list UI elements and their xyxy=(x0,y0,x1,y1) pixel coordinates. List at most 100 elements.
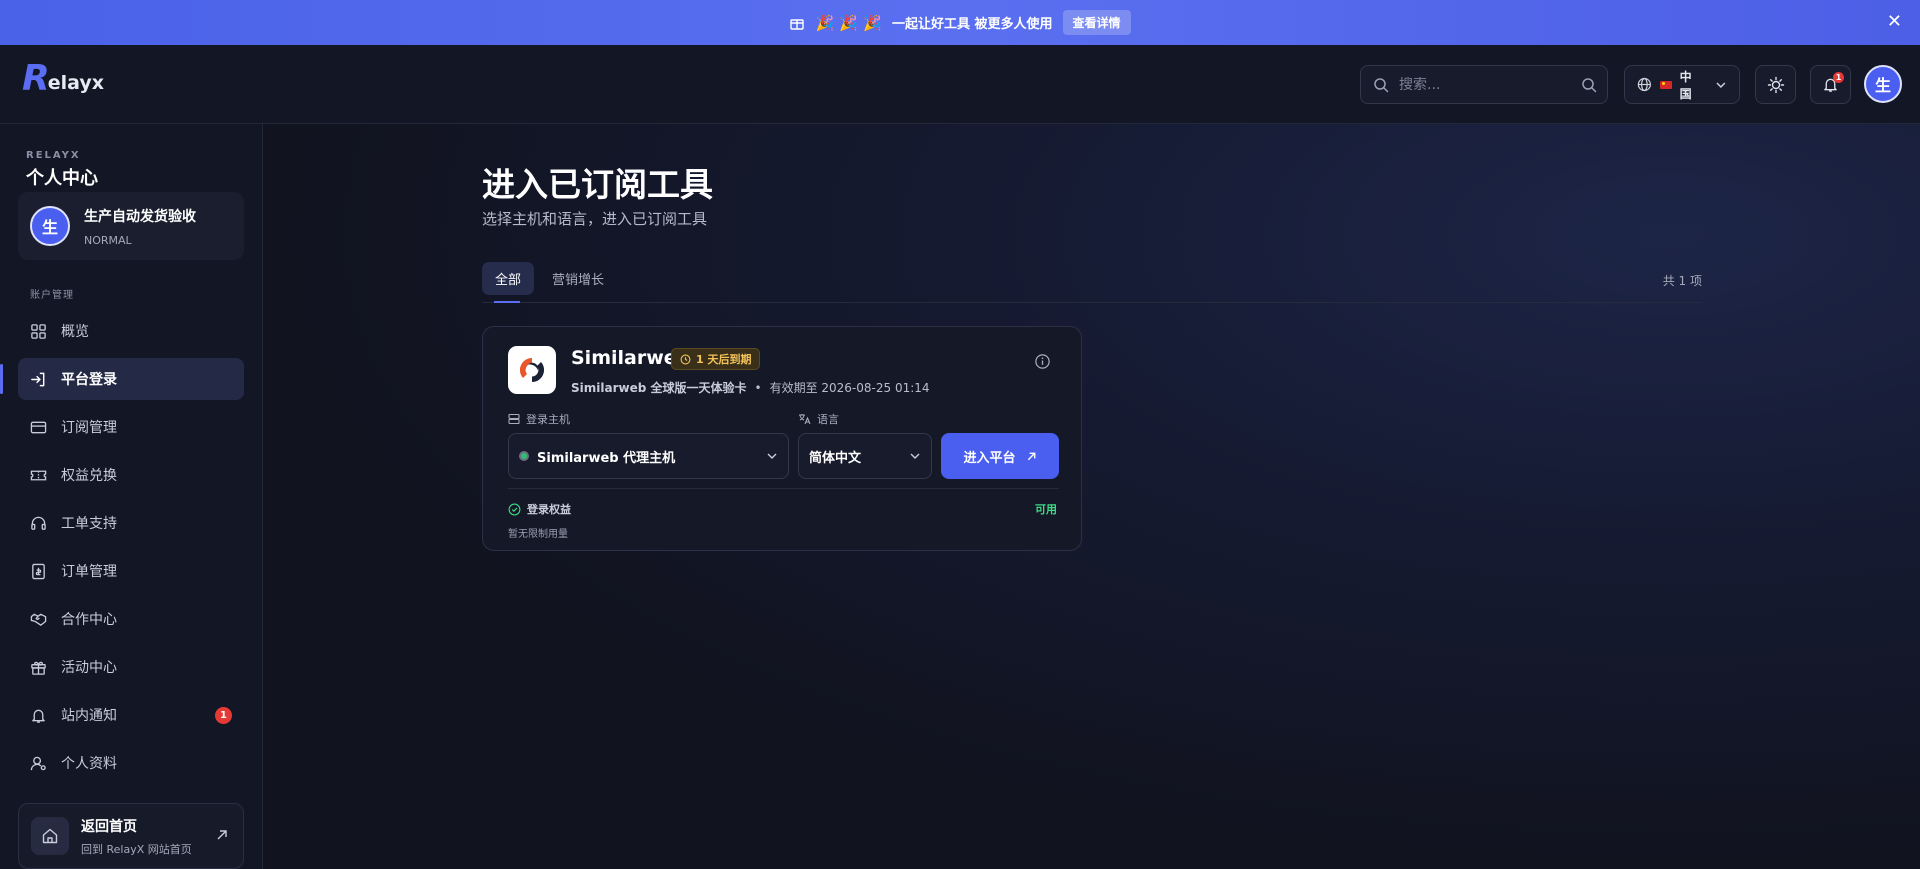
sidebar-nav: 概览 平台登录 订阅管理 权益兑换 工单支持 订单管理 合作中心 活动中心 站内… xyxy=(0,310,244,790)
chevron-down-icon xyxy=(910,453,920,459)
validity-date: 有效期至 2026-08-25 01:14 xyxy=(769,381,930,395)
sidebar-item-label: 站内通知 xyxy=(61,708,117,724)
clock-icon xyxy=(680,354,691,364)
view-details-button[interactable]: 查看详情 xyxy=(1062,10,1131,35)
close-icon[interactable]: ✕ xyxy=(1887,11,1902,32)
user-level: NORMAL xyxy=(84,233,132,247)
user-card[interactable]: 生 生产自动发货验收 NORMAL xyxy=(18,192,244,260)
plan-name: Similarweb 全球版一天体验卡 xyxy=(571,381,747,395)
sidebar-item-label: 订单管理 xyxy=(61,564,117,580)
globe-icon xyxy=(1637,77,1651,92)
user-avatar[interactable]: 生 xyxy=(1864,65,1902,103)
relayx-logo[interactable]: R elayx xyxy=(22,61,104,97)
category-tabs: 全部 营销增长 共 1 项 xyxy=(482,262,1702,303)
host-select[interactable]: Similarweb 代理主机 xyxy=(508,433,789,479)
sidebar-item-label: 工单支持 xyxy=(61,516,117,532)
sidebar-title: 个人中心 xyxy=(26,168,98,189)
usage-limit-text: 暂无限制用量 xyxy=(508,529,568,540)
sidebar-item-subscriptions[interactable]: 订阅管理 xyxy=(18,406,244,448)
similarweb-logo-icon xyxy=(508,346,556,394)
ticket-icon xyxy=(30,470,47,480)
language-label-text: 语言 xyxy=(817,413,839,426)
sidebar-item-profile[interactable]: 个人资料 xyxy=(18,742,244,784)
status-dot-icon xyxy=(519,451,529,461)
sidebar-item-label: 概览 xyxy=(61,324,89,340)
language-selector[interactable]: 中国 xyxy=(1624,65,1740,104)
top-header: R elayx 中国 1 生 xyxy=(0,45,1920,124)
host-value: Similarweb 代理主机 xyxy=(537,450,676,466)
language-select[interactable]: 简体中文 xyxy=(798,433,932,479)
arrow-up-right-icon xyxy=(217,830,227,840)
back-home-card[interactable]: 返回首页 回到 RelayX 网站首页 xyxy=(18,803,244,869)
receipt-icon xyxy=(32,563,45,579)
notifications-button[interactable]: 1 xyxy=(1810,65,1851,104)
login-benefit: 登录权益 xyxy=(508,501,571,517)
language-label: 中国 xyxy=(1679,69,1692,101)
user-icon xyxy=(30,756,46,770)
bell-icon xyxy=(32,709,45,723)
logo-initial: R xyxy=(22,58,50,99)
benefit-label: 登录权益 xyxy=(527,503,571,516)
party-emoji: 🎉 🎉 🎉 xyxy=(815,13,882,32)
sidebar-item-label: 活动中心 xyxy=(61,660,117,676)
tool-description: Similarweb 全球版一天体验卡 • 有效期至 2026-08-25 01… xyxy=(571,379,930,396)
search-box[interactable] xyxy=(1360,65,1608,104)
theme-toggle-button[interactable] xyxy=(1755,65,1796,104)
notification-badge: 1 xyxy=(1833,72,1844,83)
sidebar-item-label: 订阅管理 xyxy=(61,420,117,436)
sidebar-item-partners[interactable]: 合作中心 xyxy=(18,598,244,640)
search-submit-icon[interactable] xyxy=(1581,77,1597,93)
server-icon xyxy=(508,413,520,425)
back-home-subtitle: 回到 RelayX 网站首页 xyxy=(81,842,192,856)
card-icon xyxy=(30,421,47,433)
expiry-badge: 1 天后到期 xyxy=(671,348,761,370)
sidebar-item-platform-login[interactable]: 平台登录 xyxy=(0,358,244,400)
section-label: 账户管理 xyxy=(30,290,74,301)
translate-icon xyxy=(799,414,811,425)
sidebar-item-overview[interactable]: 概览 xyxy=(18,310,244,352)
sidebar-item-support[interactable]: 工单支持 xyxy=(18,502,244,544)
sidebar-item-redeem[interactable]: 权益兑换 xyxy=(18,454,244,496)
chevron-down-icon xyxy=(1716,82,1726,88)
main-content: 进入已订阅工具 选择主机和语言，进入已订阅工具 全部 营销增长 共 1 项 Si… xyxy=(264,124,1920,869)
headset-icon xyxy=(31,516,46,530)
sidebar-item-label: 个人资料 xyxy=(61,756,117,772)
page-title: 进入已订阅工具 xyxy=(482,165,713,204)
host-label-text: 登录主机 xyxy=(526,413,570,426)
chevron-down-icon xyxy=(767,453,777,459)
separator-dot: • xyxy=(754,380,762,395)
divider xyxy=(508,488,1059,489)
back-home-title: 返回首页 xyxy=(81,818,137,835)
sidebar-item-orders[interactable]: 订单管理 xyxy=(18,550,244,592)
gift-icon xyxy=(31,661,46,675)
enter-platform-label: 进入平台 xyxy=(963,450,1016,466)
logo-text: elayx xyxy=(47,72,105,94)
notification-count-badge: 1 xyxy=(215,706,232,724)
benefit-status: 可用 xyxy=(1035,503,1057,516)
sidebar-item-label: 权益兑换 xyxy=(61,468,117,484)
tab-all[interactable]: 全部 xyxy=(482,262,535,303)
arrow-up-right-icon xyxy=(1027,452,1035,460)
expiry-text: 1 天后到期 xyxy=(696,353,752,366)
host-label: 登录主机 xyxy=(508,411,570,427)
tab-marketing-growth[interactable]: 营销增长 xyxy=(539,262,617,295)
language-label: 语言 xyxy=(798,411,839,427)
sidebar-item-events[interactable]: 活动中心 xyxy=(18,646,244,688)
enter-platform-button[interactable]: 进入平台 xyxy=(941,433,1059,479)
sidebar-item-notifications[interactable]: 站内通知 1 xyxy=(18,694,244,736)
search-icon xyxy=(1374,77,1389,92)
grid-icon xyxy=(31,323,46,339)
tool-card: Similarweb 1 天后到期 Similarweb 全球版一天体验卡 • … xyxy=(482,326,1082,551)
promo-banner: 🎉 🎉 🎉 一起让好工具 被更多人使用 查看详情 ✕ xyxy=(0,0,1920,45)
sidebar-brand: RELAYX xyxy=(26,150,81,161)
sidebar-item-label: 平台登录 xyxy=(61,372,117,388)
sun-icon xyxy=(1767,76,1784,93)
page-subtitle: 选择主机和语言，进入已订阅工具 xyxy=(482,210,708,228)
sidebar: RELAYX 个人中心 生 生产自动发货验收 NORMAL 账户管理 概览 平台… xyxy=(0,124,263,869)
search-input[interactable] xyxy=(1399,76,1569,93)
check-circle-icon xyxy=(508,503,521,515)
china-flag-icon xyxy=(1659,80,1672,89)
handshake-icon xyxy=(30,613,47,626)
home-icon xyxy=(42,828,58,844)
info-icon[interactable] xyxy=(1034,353,1051,370)
